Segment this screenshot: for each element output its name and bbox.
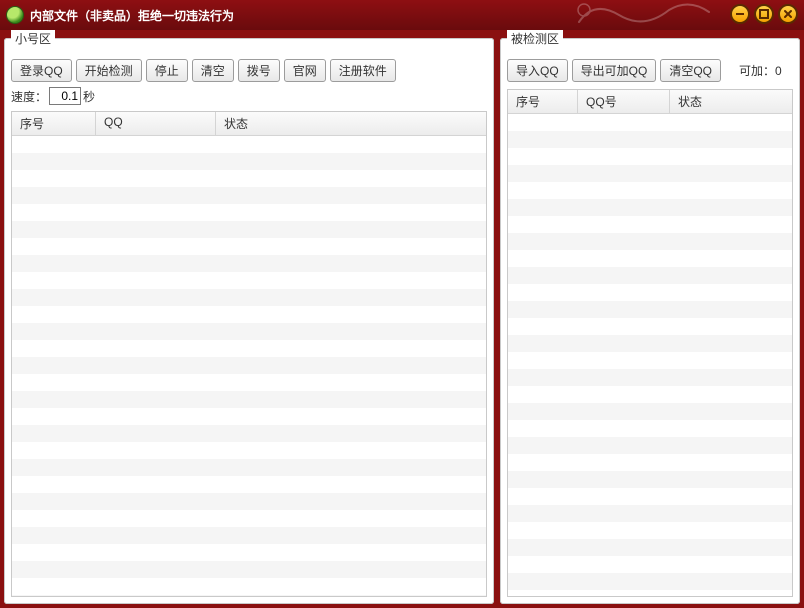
targets-col-qq[interactable]: QQ号 bbox=[578, 90, 670, 113]
title-decoration bbox=[574, 0, 714, 30]
app-icon bbox=[6, 6, 24, 24]
accounts-toolbar: 登录QQ 开始检测 停止 清空 拨号 官网 注册软件 bbox=[11, 57, 487, 83]
targets-list-body[interactable] bbox=[508, 114, 792, 596]
addable-counter: 可加：0 bbox=[739, 62, 782, 79]
accounts-list-header: 序号 QQ 状态 bbox=[12, 112, 486, 136]
speed-unit: 秒 bbox=[83, 88, 95, 105]
stop-button[interactable]: 停止 bbox=[146, 59, 188, 82]
targets-col-status[interactable]: 状态 bbox=[670, 90, 792, 113]
maximize-button[interactable] bbox=[754, 4, 774, 24]
group-targets-legend: 被检测区 bbox=[507, 30, 563, 47]
speed-input[interactable] bbox=[49, 87, 81, 105]
group-targets: 被检测区 导入QQ 导出可加QQ 清空QQ 可加：0 序号 QQ号 状态 bbox=[500, 30, 800, 604]
targets-list-header: 序号 QQ号 状态 bbox=[508, 90, 792, 114]
clear-qq-button[interactable]: 清空QQ bbox=[660, 59, 721, 82]
targets-col-index[interactable]: 序号 bbox=[508, 90, 578, 113]
accounts-col-qq[interactable]: QQ bbox=[96, 112, 216, 135]
group-accounts: 小号区 登录QQ 开始检测 停止 清空 拨号 官网 注册软件 速度： 秒 序号 … bbox=[4, 30, 494, 604]
accounts-list-body[interactable] bbox=[12, 136, 486, 596]
accounts-list: 序号 QQ 状态 bbox=[11, 111, 487, 597]
speed-label: 速度： bbox=[11, 88, 47, 105]
addable-label: 可加： bbox=[739, 64, 775, 78]
window-title: 内部文件（非卖品）拒绝一切违法行为 bbox=[30, 7, 234, 24]
targets-list: 序号 QQ号 状态 bbox=[507, 89, 793, 597]
window-controls bbox=[730, 4, 798, 24]
minimize-button[interactable] bbox=[730, 4, 750, 24]
speed-row: 速度： 秒 bbox=[11, 87, 487, 105]
addable-value: 0 bbox=[775, 64, 782, 78]
start-detect-button[interactable]: 开始检测 bbox=[76, 59, 142, 82]
accounts-col-status[interactable]: 状态 bbox=[216, 112, 486, 135]
export-addable-qq-button[interactable]: 导出可加QQ bbox=[572, 59, 657, 82]
accounts-col-index[interactable]: 序号 bbox=[12, 112, 96, 135]
login-qq-button[interactable]: 登录QQ bbox=[11, 59, 72, 82]
work-area: 小号区 登录QQ 开始检测 停止 清空 拨号 官网 注册软件 速度： 秒 序号 … bbox=[4, 30, 800, 604]
title-bar: 内部文件（非卖品）拒绝一切违法行为 bbox=[0, 0, 804, 30]
register-software-button[interactable]: 注册软件 bbox=[330, 59, 396, 82]
import-qq-button[interactable]: 导入QQ bbox=[507, 59, 568, 82]
clear-accounts-button[interactable]: 清空 bbox=[192, 59, 234, 82]
official-site-button[interactable]: 官网 bbox=[284, 59, 326, 82]
targets-toolbar: 导入QQ 导出可加QQ 清空QQ 可加：0 bbox=[507, 57, 793, 83]
dial-button[interactable]: 拨号 bbox=[238, 59, 280, 82]
group-accounts-legend: 小号区 bbox=[11, 30, 55, 47]
close-button[interactable] bbox=[778, 4, 798, 24]
